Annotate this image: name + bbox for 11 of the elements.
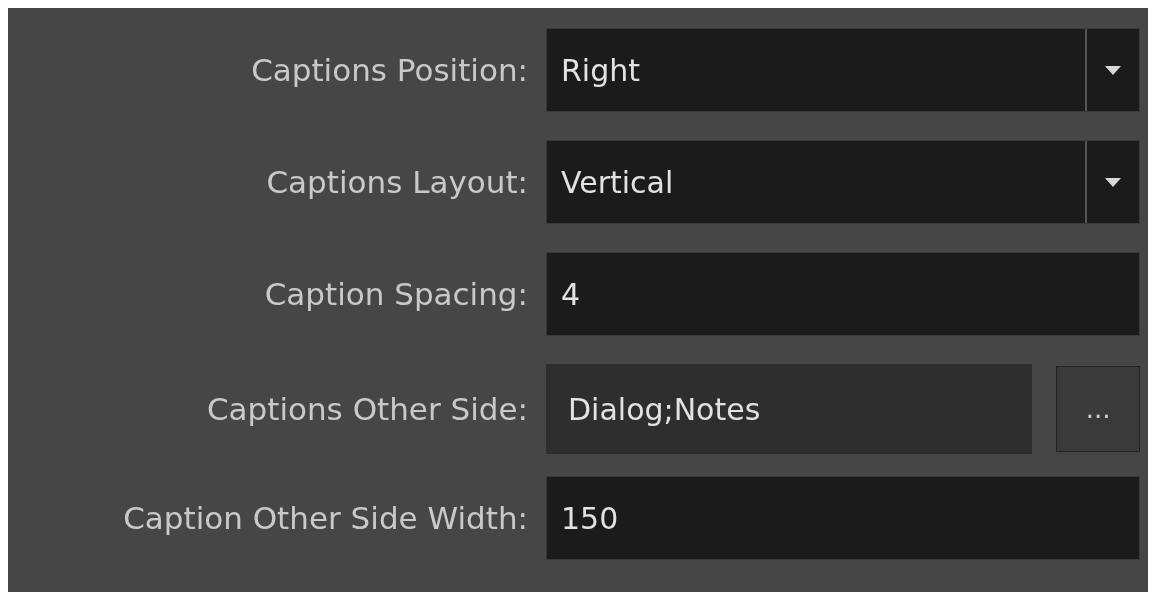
input-field[interactable]: Dialog;Notes <box>546 364 1033 454</box>
dropdown[interactable]: Right <box>546 28 1140 112</box>
field-label: Captions Position: <box>251 52 528 88</box>
browse-button[interactable]: ... <box>1056 366 1140 452</box>
field-label: Captions Layout: <box>266 164 528 200</box>
field-label: Caption Other Side Width: <box>123 500 528 536</box>
dropdown[interactable]: Vertical <box>546 140 1140 224</box>
input-field[interactable]: 150 <box>546 476 1140 560</box>
input-field[interactable]: 4 <box>546 252 1140 336</box>
field-label: Caption Spacing: <box>264 276 528 312</box>
field-label: Captions Other Side: <box>206 391 528 427</box>
